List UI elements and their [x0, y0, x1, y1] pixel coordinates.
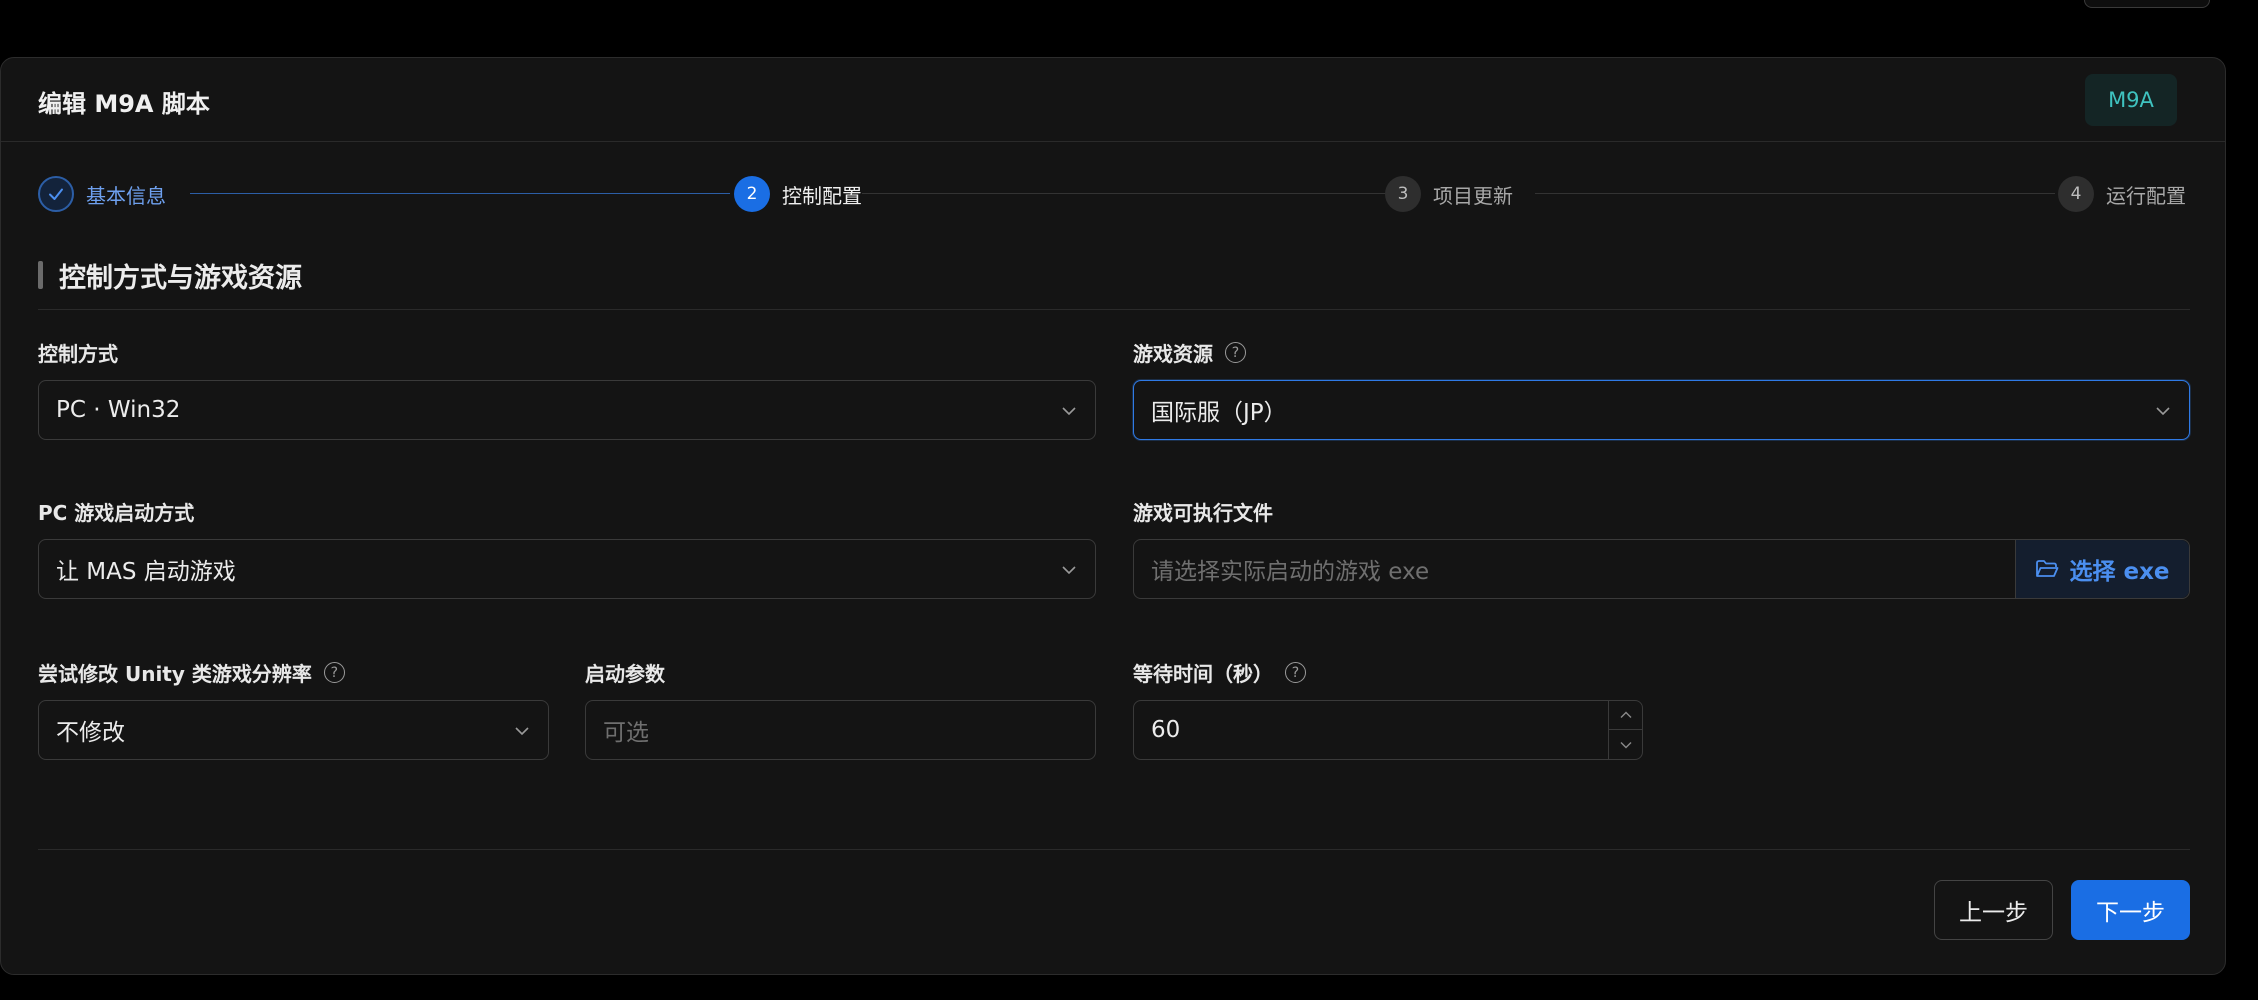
footer-divider [38, 849, 2190, 850]
wait-time-stepper [1608, 701, 1642, 759]
dialog-title: 编辑 M9A 脚本 [38, 90, 210, 118]
step-control-config[interactable]: 2 控制配置 [734, 176, 862, 212]
launch-method-label-text: PC 游戏启动方式 [38, 501, 195, 525]
select-exe-button[interactable]: 选择 exe [2015, 540, 2189, 598]
help-icon[interactable]: ? [323, 662, 345, 683]
chevron-down-icon [1062, 566, 1076, 575]
step-connector [862, 193, 1402, 194]
launch-method-select[interactable]: 让 MAS 启动游戏 [38, 539, 1096, 599]
next-step-button[interactable]: 下一步 [2071, 880, 2190, 940]
wait-time-number-input[interactable]: 60 [1133, 700, 1643, 760]
control-method-value: PC · Win32 [56, 397, 181, 423]
stepper-progress: 基本信息 2 控制配置 3 项目更新 4 运行配置 [38, 176, 2190, 212]
section-title: 控制方式与游戏资源 [38, 259, 302, 294]
dialog-header: 编辑 M9A 脚本 M9A [1, 58, 2225, 142]
launch-method-label: PC 游戏启动方式 [38, 497, 194, 526]
wait-time-label-text: 等待时间（秒） [1133, 662, 1273, 686]
top-right-button[interactable] [2084, 0, 2210, 8]
unity-resolution-select[interactable]: 不修改 [38, 700, 549, 760]
step-connector [1535, 193, 2055, 194]
launch-args-label: 启动参数 [585, 658, 665, 687]
wait-time-value: 60 [1151, 717, 1181, 743]
control-method-label-text: 控制方式 [38, 342, 118, 366]
chevron-down-icon [1062, 407, 1076, 416]
launch-args-placeholder: 可选 [603, 720, 649, 746]
step-label: 控制配置 [782, 183, 862, 208]
chevron-up-icon [1620, 711, 1631, 718]
step-number: 2 [734, 176, 770, 212]
control-method-select[interactable]: PC · Win32 [38, 380, 1096, 440]
unity-resolution-label: 尝试修改 Unity 类游戏分辨率 ? [38, 658, 345, 687]
step-number: 3 [1385, 176, 1421, 212]
chevron-down-icon [2156, 407, 2170, 416]
step-label: 运行配置 [2106, 183, 2186, 208]
edit-script-dialog: 编辑 M9A 脚本 M9A 基本信息 2 控制配置 3 项目更新 4 运行配置 … [0, 57, 2226, 975]
decrement-button[interactable] [1609, 730, 1642, 759]
launch-method-value: 让 MAS 启动游戏 [56, 559, 236, 585]
executable-placeholder: 请选择实际启动的游戏 exe [1151, 559, 1430, 585]
wait-time-label: 等待时间（秒） ? [1133, 658, 1306, 687]
step-run-config[interactable]: 4 运行配置 [2058, 176, 2186, 212]
folder-open-icon [2036, 560, 2059, 577]
executable-label: 游戏可执行文件 [1133, 497, 1273, 526]
unity-resolution-value: 不修改 [56, 720, 125, 746]
control-method-label: 控制方式 [38, 338, 118, 367]
step-project-update[interactable]: 3 项目更新 [1385, 176, 1513, 212]
increment-button[interactable] [1609, 701, 1642, 730]
unity-resolution-label-text: 尝试修改 Unity 类游戏分辨率 [38, 662, 312, 686]
step-label: 项目更新 [1433, 183, 1513, 208]
step-basic-info[interactable]: 基本信息 [38, 176, 166, 212]
section-title-text: 控制方式与游戏资源 [59, 262, 302, 294]
section-accent-bar [38, 261, 43, 289]
chevron-down-icon [515, 727, 529, 736]
help-icon[interactable]: ? [1225, 342, 1246, 363]
step-number: 4 [2058, 176, 2094, 212]
step-label: 基本信息 [86, 183, 166, 208]
executable-input[interactable]: 请选择实际启动的游戏 exe 选择 exe [1133, 539, 2190, 599]
help-icon[interactable]: ? [1285, 662, 1306, 683]
chevron-down-icon [1620, 741, 1631, 748]
launch-args-input[interactable]: 可选 [585, 700, 1096, 760]
check-icon [38, 176, 74, 212]
step-connector [190, 193, 730, 194]
game-resource-label-text: 游戏资源 [1133, 342, 1213, 366]
section-divider [38, 309, 2190, 310]
game-resource-select[interactable]: 国际服（JP） [1133, 380, 2190, 440]
launch-args-label-text: 启动参数 [585, 662, 665, 686]
game-resource-value: 国际服（JP） [1151, 400, 1287, 426]
previous-step-button[interactable]: 上一步 [1934, 880, 2053, 940]
script-tag-badge: M9A [2085, 74, 2177, 126]
executable-label-text: 游戏可执行文件 [1133, 501, 1273, 525]
game-resource-label: 游戏资源 ? [1133, 338, 1246, 367]
select-exe-label: 选择 exe [2069, 559, 2170, 585]
